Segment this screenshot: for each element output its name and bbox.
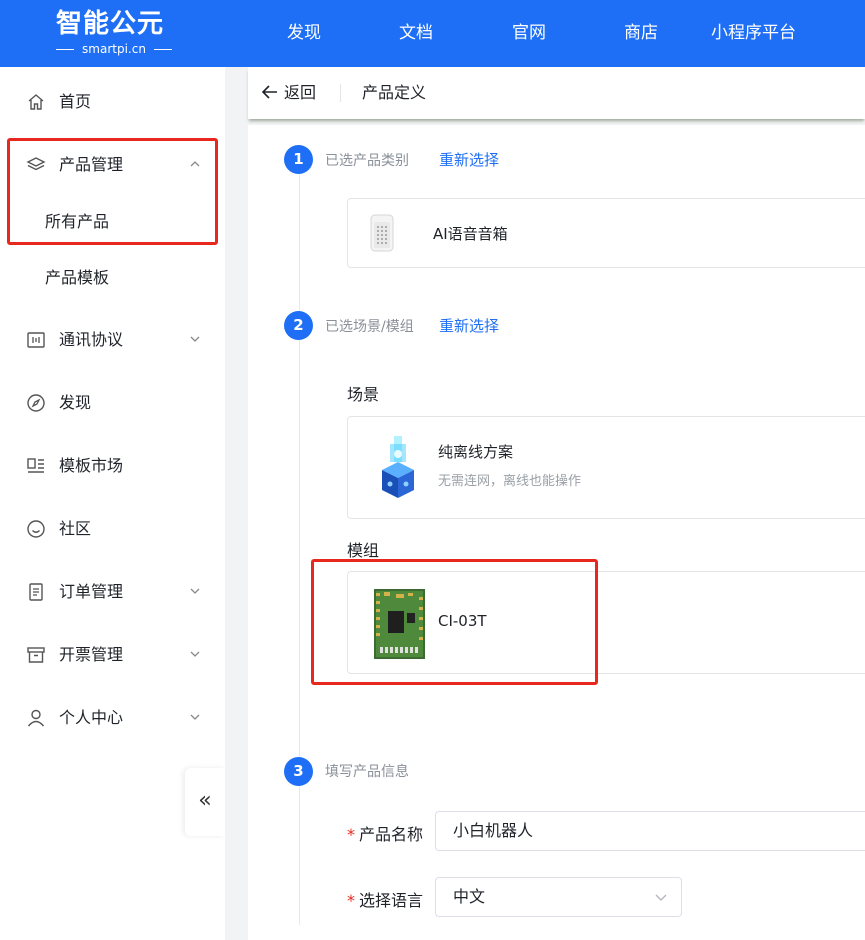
page-header: 返回 产品定义 [248,67,865,119]
module-name: CI-03T [438,612,487,630]
nav-website[interactable]: 官网 [512,0,546,67]
required-mark: * [347,891,355,910]
chevron-up-icon [190,161,200,167]
sidebar-subitem-label: 产品模板 [45,268,110,287]
sidebar-item-protocol[interactable]: 通讯协议 [0,320,225,360]
scene-name: 纯离线方案 [438,443,514,461]
module-section-title: 模组 [347,541,380,560]
product-name-label: * 产品名称 [347,821,423,845]
nav-store[interactable]: 商店 [624,0,658,67]
sidebar-item-orders[interactable]: 订单管理 [0,572,225,612]
sidebar-item-label: 模板市场 [59,456,124,475]
steps-timeline [299,155,300,925]
smile-icon [27,520,45,538]
scene-section-title: 场景 [347,385,380,404]
sidebar-item-home[interactable]: 首页 [0,82,225,122]
speaker-image [370,214,394,252]
chevron-down-icon [190,336,200,342]
nav-docs[interactable]: 文档 [399,0,433,67]
category-name: AI语音音箱 [433,225,508,243]
product-name-label-text: 产品名称 [359,825,424,844]
top-navbar: 智能公元 smartpi.cn 发现 文档 官网 商店 小程序平台 [0,0,865,67]
step-2-label: 已选场景/模组 [325,319,414,335]
brand-name: 智能公元 [56,9,165,39]
chevron-down-icon [190,651,200,657]
chevron-down-icon [190,588,200,594]
language-label-text: 选择语言 [359,891,424,910]
sidebar-item-label: 发现 [59,393,92,412]
archive-icon [27,647,45,663]
category-card: AI语音音箱 [347,198,865,268]
sidebar-item-profile[interactable]: 个人中心 [0,698,225,738]
compass-icon [27,394,45,412]
chevron-down-icon [655,894,667,901]
sidebar-item-invoices[interactable]: 开票管理 [0,635,225,675]
brand-logo[interactable]: 智能公元 smartpi.cn [56,8,176,60]
chevron-down-icon [190,714,200,720]
step-2-reselect-link[interactable]: 重新选择 [439,315,499,336]
sidebar-subitem-product-templates[interactable]: 产品模板 [0,258,225,298]
header-divider [340,84,341,102]
required-mark: * [347,825,355,844]
module-card: CI-03T [347,571,865,674]
step-3-number: 3 [284,757,313,786]
module-board-image [374,589,425,659]
collapse-sidebar-button[interactable]: « [185,768,225,836]
sidebar-item-template-market[interactable]: 模板市场 [0,446,225,486]
sidebar-item-label: 通讯协议 [59,330,124,349]
step-1-number: 1 [284,145,313,174]
document-icon [29,583,43,601]
page-title: 产品定义 [362,83,427,102]
language-select[interactable]: 中文 [435,877,682,917]
sidebar-item-label: 个人中心 [59,708,124,727]
product-name-input[interactable]: 小白机器人 [435,811,865,851]
nav-miniprogram[interactable]: 小程序平台 [711,0,796,67]
sidebar-subitem-label: 所有产品 [45,212,110,231]
sidebar-item-label: 开票管理 [59,645,124,664]
sidebar-subitem-all-products[interactable]: 所有产品 [0,202,225,242]
language-label: * 选择语言 [347,887,423,911]
layers-icon [26,157,46,171]
step-1-label: 已选产品类别 [325,153,409,169]
sidebar-item-discover[interactable]: 发现 [0,383,225,423]
scene-desc: 无需连网，离线也能操作 [438,474,582,489]
back-button[interactable]: 返回 [261,67,317,119]
home-icon [28,94,44,110]
sidebar-item-label: 订单管理 [59,582,124,601]
language-select-value: 中文 [453,887,486,906]
offline-scheme-image [382,436,414,498]
scene-card: 纯离线方案 无需连网，离线也能操作 [347,416,865,519]
template-market-icon [27,458,44,473]
protocol-icon [27,332,45,348]
step-3-label: 填写产品信息 [325,764,409,780]
step-2-number: 2 [284,311,313,340]
sidebar-item-label: 产品管理 [59,155,124,174]
sidebar-item-community[interactable]: 社区 [0,509,225,549]
nav-discover[interactable]: 发现 [287,0,321,67]
brand-domain: smartpi.cn [56,42,172,56]
main-content: 返回 产品定义 1 已选产品类别 重新选择 AI语音音箱 2 已选场景/模组 重… [225,67,865,940]
product-definition-panel: 1 已选产品类别 重新选择 AI语音音箱 2 已选场景/模组 重新选择 场景 纯… [248,125,865,940]
sidebar-item-label: 社区 [59,519,92,538]
sidebar-item-label: 首页 [59,92,92,111]
arrow-left-icon [261,67,278,119]
step-1-reselect-link[interactable]: 重新选择 [439,149,499,170]
user-icon [27,709,45,727]
sidebar-item-product-management[interactable]: 产品管理 [0,145,225,185]
back-label: 返回 [284,83,317,102]
